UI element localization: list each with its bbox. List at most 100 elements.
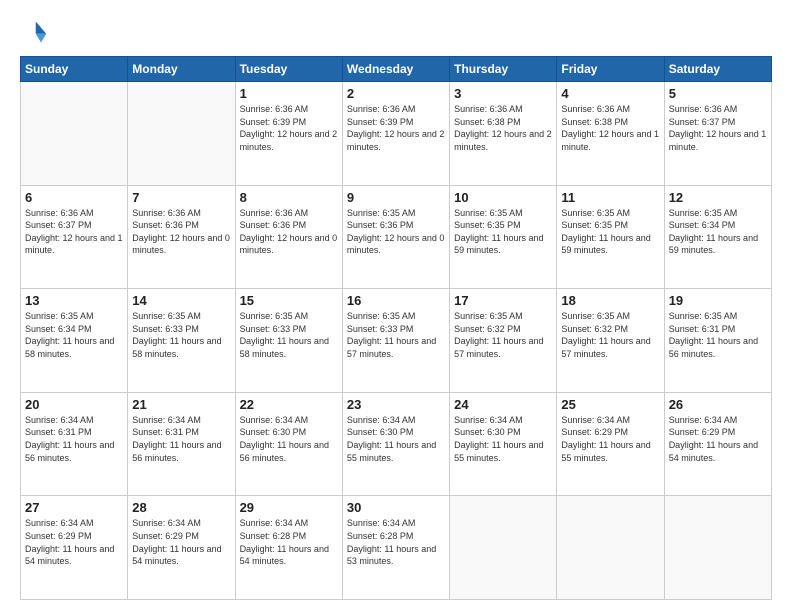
- week-row-2: 13Sunrise: 6:35 AMSunset: 6:34 PMDayligh…: [21, 289, 772, 393]
- calendar-cell: 9 Sunrise: 6:35 AMSunset: 6:36 PMDaylight…: [342, 185, 449, 289]
- calendar-cell: 3 Sunrise: 6:36 AMSunset: 6:38 PMDaylight…: [450, 82, 557, 186]
- calendar-cell: 28 Sunrise: 6:34 AMSunset: 6:29 PMDayligh…: [128, 496, 235, 600]
- day-info: Sunrise: 6:36 AMSunset: 6:39 PMDaylight:…: [347, 103, 445, 153]
- day-number: 21: [132, 397, 230, 412]
- week-row-1: 6Sunrise: 6:36 AMSunset: 6:37 PMDaylight…: [21, 185, 772, 289]
- day-number: 27: [25, 500, 123, 515]
- day-info: Sunrise: 6:34 AMSunset: 6:31 PMDaylight:…: [132, 414, 230, 464]
- calendar-cell: 7 Sunrise: 6:36 AMSunset: 6:36 PMDaylight…: [128, 185, 235, 289]
- day-info: Sunrise: 6:35 AMSunset: 6:36 PMDaylight:…: [347, 207, 445, 257]
- day-number: 9: [347, 190, 445, 205]
- weekday-header-thursday: Thursday: [450, 57, 557, 82]
- header: [20, 18, 772, 46]
- calendar-cell: 16Sunrise: 6:35 AMSunset: 6:33 PMDayligh…: [342, 289, 449, 393]
- day-info: Sunrise: 6:35 AMSunset: 6:32 PMDaylight:…: [454, 310, 552, 360]
- day-number: 22: [240, 397, 338, 412]
- calendar-cell: 6Sunrise: 6:36 AMSunset: 6:37 PMDaylight…: [21, 185, 128, 289]
- logo-icon: [20, 18, 48, 46]
- weekday-header-monday: Monday: [128, 57, 235, 82]
- day-number: 8: [240, 190, 338, 205]
- calendar-cell: 21 Sunrise: 6:34 AMSunset: 6:31 PMDayligh…: [128, 392, 235, 496]
- day-info: Sunrise: 6:36 AMSunset: 6:37 PMDaylight:…: [669, 103, 767, 153]
- calendar-cell: 4 Sunrise: 6:36 AMSunset: 6:38 PMDaylight…: [557, 82, 664, 186]
- calendar-cell: 11 Sunrise: 6:35 AMSunset: 6:35 PMDayligh…: [557, 185, 664, 289]
- day-number: 15: [240, 293, 338, 308]
- day-number: 26: [669, 397, 767, 412]
- day-info: Sunrise: 6:36 AMSunset: 6:36 PMDaylight:…: [240, 207, 338, 257]
- day-info: Sunrise: 6:35 AMSunset: 6:31 PMDaylight:…: [669, 310, 767, 360]
- day-info: Sunrise: 6:36 AMSunset: 6:36 PMDaylight:…: [132, 207, 230, 257]
- calendar-cell: 1Sunrise: 6:36 AMSunset: 6:39 PMDaylight…: [235, 82, 342, 186]
- day-info: Sunrise: 6:34 AMSunset: 6:29 PMDaylight:…: [25, 517, 123, 567]
- day-info: Sunrise: 6:34 AMSunset: 6:30 PMDaylight:…: [240, 414, 338, 464]
- weekday-header-saturday: Saturday: [664, 57, 771, 82]
- week-row-0: 1 Sunrise: 6:36 AMSunset: 6:39 PMDaylight…: [21, 82, 772, 186]
- calendar-cell: 29Sunrise: 6:34 AMSunset: 6:28 PMDayligh…: [235, 496, 342, 600]
- day-info: Sunrise: 6:35 AMSunset: 6:34 PMDaylight:…: [669, 207, 767, 257]
- calendar-cell: 23 Sunrise: 6:34 AMSunset: 6:30 PMDayligh…: [342, 392, 449, 496]
- day-info: Sunrise: 6:34 AMSunset: 6:31 PMDaylight:…: [25, 414, 123, 464]
- calendar-cell: 10 Sunrise: 6:35 AMSunset: 6:35 PMDayligh…: [450, 185, 557, 289]
- calendar-cell: 25Sunrise: 6:34 AMSunset: 6:29 PMDayligh…: [557, 392, 664, 496]
- day-number: 18: [561, 293, 659, 308]
- calendar-cell: 17 Sunrise: 6:35 AMSunset: 6:32 PMDayligh…: [450, 289, 557, 393]
- day-number: 2: [347, 86, 445, 101]
- weekday-header-friday: Friday: [557, 57, 664, 82]
- day-number: 5: [669, 86, 767, 101]
- calendar-cell: [450, 496, 557, 600]
- day-info: Sunrise: 6:35 AMSunset: 6:34 PMDaylight:…: [25, 310, 123, 360]
- calendar-cell: 8 Sunrise: 6:36 AMSunset: 6:36 PMDaylight…: [235, 185, 342, 289]
- day-info: Sunrise: 6:34 AMSunset: 6:29 PMDaylight:…: [132, 517, 230, 567]
- calendar-cell: 14Sunrise: 6:35 AMSunset: 6:33 PMDayligh…: [128, 289, 235, 393]
- calendar-cell: 5 Sunrise: 6:36 AMSunset: 6:37 PMDaylight…: [664, 82, 771, 186]
- calendar-cell: [128, 82, 235, 186]
- calendar-cell: [557, 496, 664, 600]
- day-number: 16: [347, 293, 445, 308]
- day-number: 7: [132, 190, 230, 205]
- day-number: 4: [561, 86, 659, 101]
- day-number: 3: [454, 86, 552, 101]
- calendar-cell: 30 Sunrise: 6:34 AMSunset: 6:28 PMDayligh…: [342, 496, 449, 600]
- calendar-cell: 24Sunrise: 6:34 AMSunset: 6:30 PMDayligh…: [450, 392, 557, 496]
- calendar-cell: 20Sunrise: 6:34 AMSunset: 6:31 PMDayligh…: [21, 392, 128, 496]
- calendar-cell: 19Sunrise: 6:35 AMSunset: 6:31 PMDayligh…: [664, 289, 771, 393]
- week-row-4: 27 Sunrise: 6:34 AMSunset: 6:29 PMDayligh…: [21, 496, 772, 600]
- day-info: Sunrise: 6:35 AMSunset: 6:35 PMDaylight:…: [454, 207, 552, 257]
- day-info: Sunrise: 6:35 AMSunset: 6:32 PMDaylight:…: [561, 310, 659, 360]
- week-row-3: 20Sunrise: 6:34 AMSunset: 6:31 PMDayligh…: [21, 392, 772, 496]
- day-number: 28: [132, 500, 230, 515]
- calendar-cell: 22 Sunrise: 6:34 AMSunset: 6:30 PMDayligh…: [235, 392, 342, 496]
- calendar-cell: [664, 496, 771, 600]
- page: SundayMondayTuesdayWednesdayThursdayFrid…: [0, 0, 792, 612]
- day-info: Sunrise: 6:34 AMSunset: 6:29 PMDaylight:…: [669, 414, 767, 464]
- calendar-cell: 27 Sunrise: 6:34 AMSunset: 6:29 PMDayligh…: [21, 496, 128, 600]
- day-number: 11: [561, 190, 659, 205]
- weekday-header-wednesday: Wednesday: [342, 57, 449, 82]
- day-info: Sunrise: 6:34 AMSunset: 6:30 PMDaylight:…: [347, 414, 445, 464]
- day-info: Sunrise: 6:36 AMSunset: 6:38 PMDaylight:…: [454, 103, 552, 153]
- day-info: Sunrise: 6:35 AMSunset: 6:33 PMDaylight:…: [240, 310, 338, 360]
- day-number: 12: [669, 190, 767, 205]
- weekday-header-sunday: Sunday: [21, 57, 128, 82]
- day-info: Sunrise: 6:36 AMSunset: 6:37 PMDaylight:…: [25, 207, 123, 257]
- calendar-cell: 13Sunrise: 6:35 AMSunset: 6:34 PMDayligh…: [21, 289, 128, 393]
- day-number: 14: [132, 293, 230, 308]
- day-number: 17: [454, 293, 552, 308]
- calendar-cell: 15 Sunrise: 6:35 AMSunset: 6:33 PMDayligh…: [235, 289, 342, 393]
- day-number: 10: [454, 190, 552, 205]
- day-info: Sunrise: 6:35 AMSunset: 6:35 PMDaylight:…: [561, 207, 659, 257]
- day-info: Sunrise: 6:34 AMSunset: 6:30 PMDaylight:…: [454, 414, 552, 464]
- day-number: 1: [240, 86, 338, 101]
- day-info: Sunrise: 6:34 AMSunset: 6:28 PMDaylight:…: [240, 517, 338, 567]
- calendar-cell: 18 Sunrise: 6:35 AMSunset: 6:32 PMDayligh…: [557, 289, 664, 393]
- calendar-cell: 2 Sunrise: 6:36 AMSunset: 6:39 PMDaylight…: [342, 82, 449, 186]
- day-info: Sunrise: 6:36 AMSunset: 6:38 PMDaylight:…: [561, 103, 659, 153]
- weekday-header-row: SundayMondayTuesdayWednesdayThursdayFrid…: [21, 57, 772, 82]
- calendar-cell: [21, 82, 128, 186]
- calendar-cell: 12 Sunrise: 6:35 AMSunset: 6:34 PMDayligh…: [664, 185, 771, 289]
- day-info: Sunrise: 6:34 AMSunset: 6:28 PMDaylight:…: [347, 517, 445, 567]
- calendar-table: SundayMondayTuesdayWednesdayThursdayFrid…: [20, 56, 772, 600]
- calendar-cell: 26 Sunrise: 6:34 AMSunset: 6:29 PMDayligh…: [664, 392, 771, 496]
- day-number: 23: [347, 397, 445, 412]
- day-number: 30: [347, 500, 445, 515]
